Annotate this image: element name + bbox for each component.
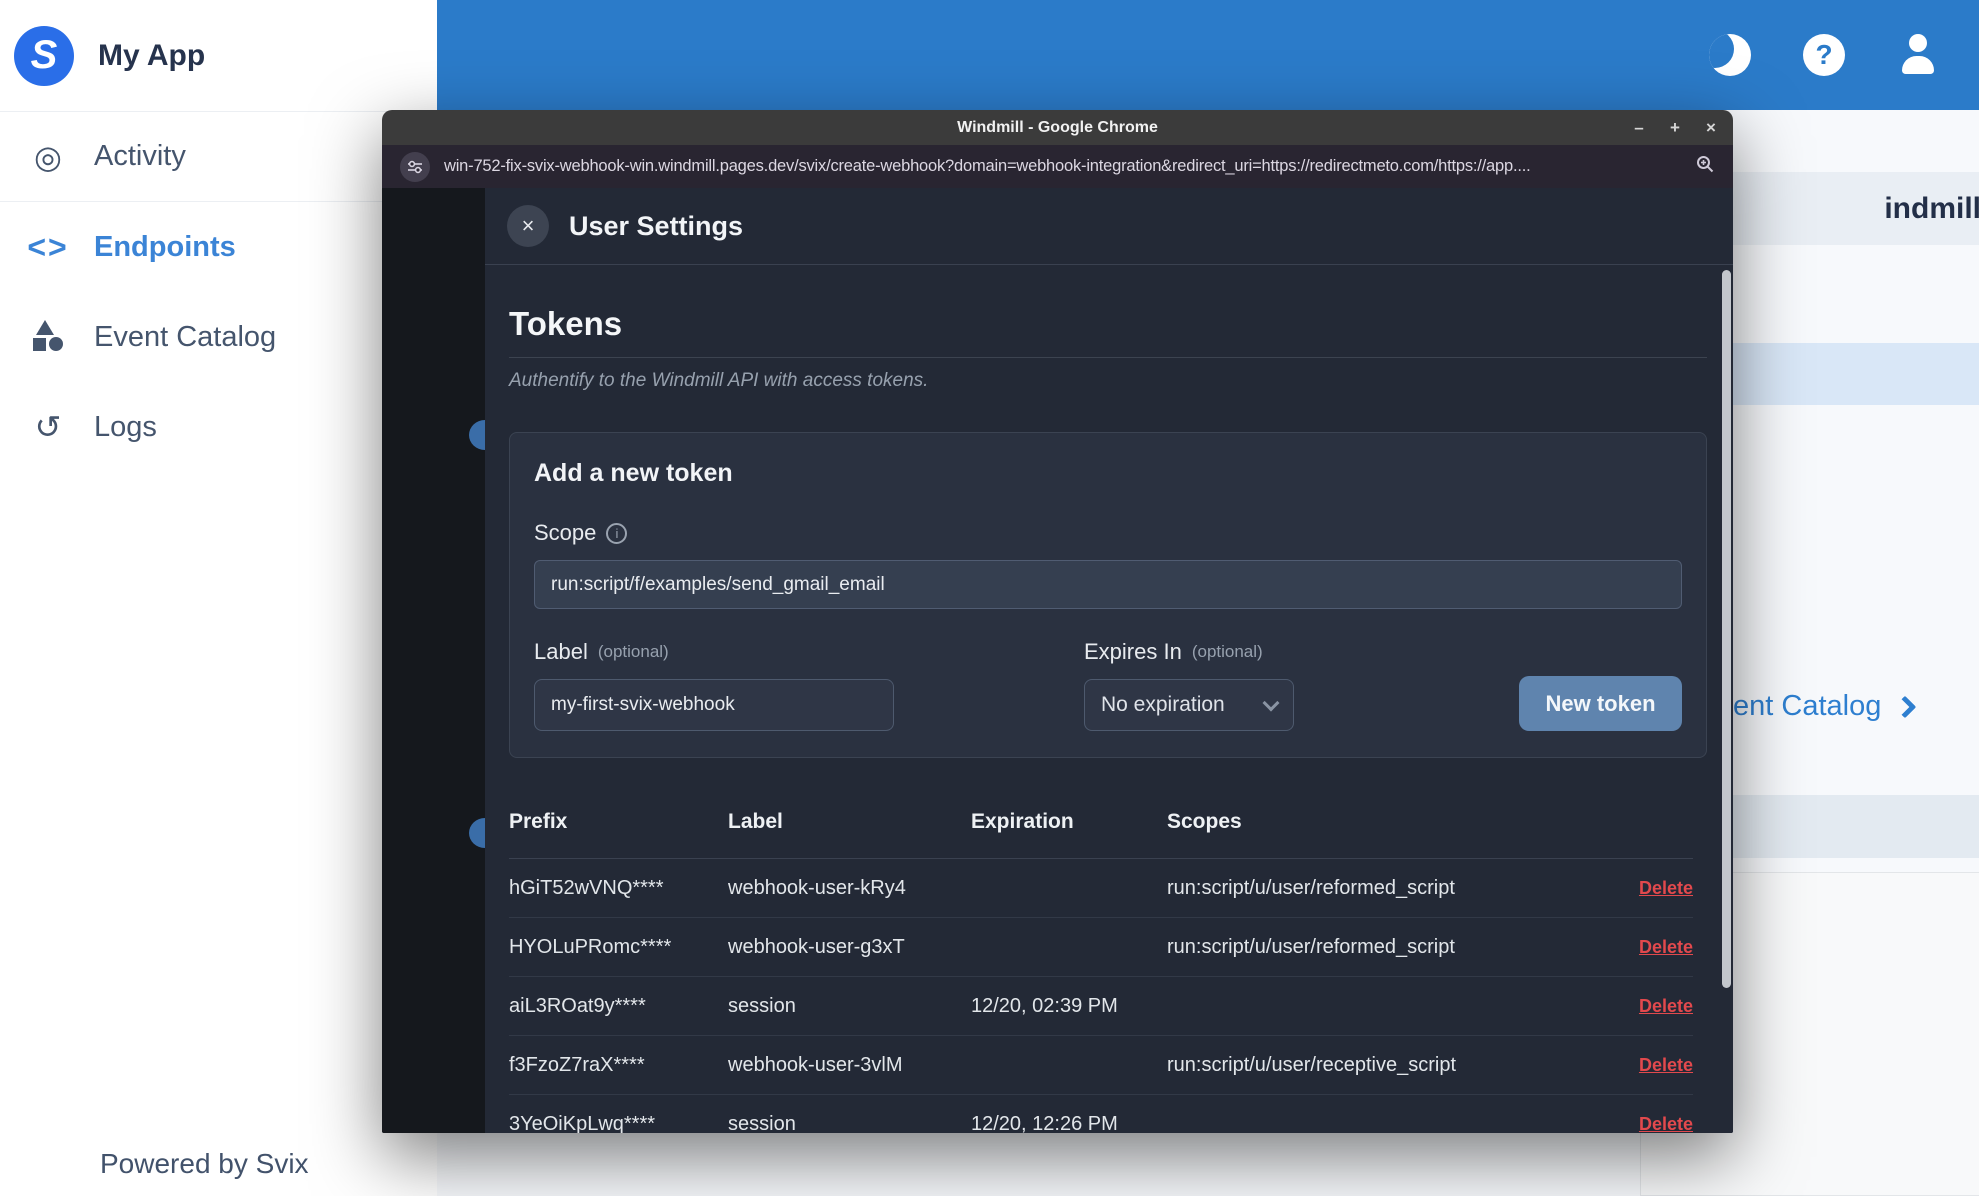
dimmed-page-background bbox=[382, 188, 485, 1133]
event-catalog-icon bbox=[28, 320, 68, 354]
col-scopes: Scopes bbox=[1167, 810, 1242, 833]
delete-token-button[interactable]: Delete bbox=[1639, 1114, 1693, 1134]
add-token-title: Add a new token bbox=[534, 459, 733, 487]
drawer-body: Tokens Authentify to the Windmill API wi… bbox=[485, 265, 1733, 1133]
expiration-select[interactable]: No expiration bbox=[1084, 679, 1294, 731]
chevron-right-icon bbox=[1894, 695, 1917, 718]
hidden-button-peek bbox=[469, 420, 485, 450]
expires-in-label: Expires In (optional) bbox=[1084, 639, 1263, 664]
endpoints-icon: <> bbox=[27, 228, 69, 265]
scope-input[interactable] bbox=[534, 560, 1682, 609]
help-glyph: ? bbox=[1815, 39, 1833, 70]
maximize-button[interactable]: + bbox=[1667, 118, 1683, 138]
window-titlebar[interactable]: Windmill - Google Chrome – + × bbox=[382, 110, 1733, 145]
col-prefix: Prefix bbox=[509, 810, 568, 833]
col-expiration: Expiration bbox=[971, 810, 1074, 833]
environment-selector[interactable]: indmill bbox=[1697, 172, 1979, 245]
logs-icon: ↺ bbox=[34, 409, 62, 445]
tokens-section-description: Authentify to the Windmill API with acce… bbox=[509, 370, 929, 391]
url-input[interactable]: win-752-fix-svix-webhook-win.windmill.pa… bbox=[444, 157, 1683, 176]
event-catalog-link-label: ent Catalog bbox=[1733, 690, 1882, 722]
add-token-card: Add a new token Scope i Label (optional) bbox=[509, 432, 1707, 758]
zoom-search-icon[interactable] bbox=[1695, 154, 1715, 179]
minimize-button[interactable]: – bbox=[1631, 118, 1647, 138]
info-icon[interactable]: i bbox=[606, 522, 628, 544]
help-icon[interactable]: ? bbox=[1803, 34, 1845, 76]
top-navbar: ? bbox=[437, 0, 1979, 110]
activity-icon: ◎ bbox=[34, 138, 62, 175]
hidden-button-peek bbox=[469, 818, 485, 848]
table-row: HYOLuPRomc**** webhook-user-g3xT run:scr… bbox=[509, 918, 1693, 977]
chevron-down-icon bbox=[1262, 694, 1280, 711]
sidebar-header: S My App bbox=[0, 0, 437, 112]
url-bar[interactable]: win-752-fix-svix-webhook-win.windmill.pa… bbox=[382, 145, 1733, 188]
tokens-table: Prefix Label Expiration Scopes hGiT52wVN… bbox=[509, 810, 1693, 1133]
sidebar-item-activity[interactable]: ◎ Activity bbox=[0, 112, 437, 202]
sidebar-item-event-catalog[interactable]: Event Catalog bbox=[0, 292, 437, 382]
table-header: Prefix Label Expiration Scopes bbox=[509, 810, 1693, 859]
tokens-section-title: Tokens bbox=[509, 305, 1707, 358]
table-row: aiL3ROat9y**** session 12/20, 02:39 PM D… bbox=[509, 977, 1693, 1036]
page-content: × User Settings Tokens Authentify to the… bbox=[382, 188, 1733, 1133]
powered-by-svix: Powered by Svix bbox=[100, 1148, 309, 1179]
close-drawer-button[interactable]: × bbox=[507, 205, 549, 247]
sidebar: S My App ◎ Activity <> Endpoints Event C… bbox=[0, 0, 437, 1196]
user-settings-drawer: × User Settings Tokens Authentify to the… bbox=[485, 188, 1733, 1133]
close-window-button[interactable]: × bbox=[1703, 118, 1719, 138]
table-row: f3FzoZ7raX**** webhook-user-3vlM run:scr… bbox=[509, 1036, 1693, 1095]
sidebar-item-logs[interactable]: ↺ Logs bbox=[0, 382, 437, 472]
dark-mode-moon-icon[interactable] bbox=[1709, 34, 1751, 76]
table-row: 3YeOiKpLwq**** session 12/20, 12:26 PM D… bbox=[509, 1095, 1693, 1134]
window-title: Windmill - Google Chrome bbox=[957, 118, 1158, 136]
event-catalog-link[interactable]: ent Catalog bbox=[1733, 690, 1917, 723]
app-title: My App bbox=[98, 38, 206, 72]
label-input[interactable] bbox=[534, 679, 894, 731]
drawer-scrollbar[interactable] bbox=[1722, 270, 1731, 988]
user-account-icon[interactable] bbox=[1897, 32, 1939, 78]
delete-token-button[interactable]: Delete bbox=[1639, 996, 1693, 1017]
delete-token-button[interactable]: Delete bbox=[1639, 878, 1693, 899]
drawer-header: × User Settings bbox=[485, 188, 1733, 265]
environment-name: indmill bbox=[1884, 191, 1979, 225]
chrome-window: Windmill - Google Chrome – + × win-752-f… bbox=[382, 110, 1733, 1133]
col-label: Label bbox=[728, 810, 783, 833]
svix-logo-icon: S bbox=[14, 25, 74, 86]
drawer-title: User Settings bbox=[569, 210, 744, 241]
scope-label: Scope i bbox=[534, 520, 1682, 546]
table-row: hGiT52wVNQ**** webhook-user-kRy4 run:scr… bbox=[509, 859, 1693, 918]
delete-token-button[interactable]: Delete bbox=[1639, 937, 1693, 958]
new-token-button[interactable]: New token bbox=[1519, 676, 1682, 731]
site-settings-icon[interactable] bbox=[400, 151, 430, 182]
delete-token-button[interactable]: Delete bbox=[1639, 1055, 1693, 1076]
label-label: Label (optional) bbox=[534, 639, 669, 664]
sidebar-item-endpoints[interactable]: <> Endpoints bbox=[0, 202, 437, 292]
